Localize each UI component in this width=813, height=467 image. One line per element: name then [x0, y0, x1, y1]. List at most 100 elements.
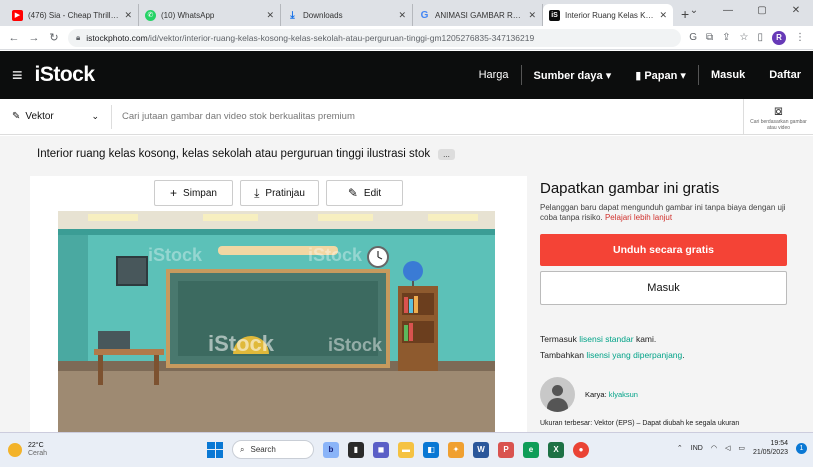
watermark: iStock: [148, 245, 203, 265]
maximize-button[interactable]: ▢: [745, 0, 779, 22]
clock-date: 21/05/2023: [752, 449, 788, 456]
visual-search-button[interactable]: ⧇ Cari berdasarkan gambar atau video: [743, 98, 813, 135]
nav-register[interactable]: Daftar: [757, 69, 801, 81]
browser-tab-downloads[interactable]: ⤓ Downloads ✕: [281, 4, 413, 26]
tab-search-icon[interactable]: ⌄: [677, 0, 711, 22]
powerpoint-icon[interactable]: P: [498, 441, 514, 458]
download-icon: ⤓: [290, 9, 295, 21]
close-tab-icon[interactable]: ✕: [124, 10, 132, 21]
tab-title: Downloads: [303, 10, 343, 20]
store-icon[interactable]: ◧: [423, 441, 439, 458]
login-button[interactable]: Masuk: [540, 271, 787, 305]
extended-license-link[interactable]: lisensi yang diperpanjang: [586, 350, 682, 360]
save-button[interactable]: + Simpan: [154, 180, 233, 206]
search-type-label: Vektor: [25, 111, 54, 122]
edit-button[interactable]: ✎ Edit: [326, 180, 403, 206]
window-controls: ⌄ — ▢ ✕: [677, 0, 813, 22]
teams-chat-icon[interactable]: ◼: [373, 441, 389, 458]
page-title: Interior ruang kelas kosong, kelas sekol…: [37, 148, 431, 160]
side-panel-icon[interactable]: ▯: [757, 32, 763, 43]
edit-label: Edit: [363, 187, 382, 199]
translate-icon[interactable]: ⧉: [706, 32, 713, 43]
nav-pricing[interactable]: Harga: [467, 69, 521, 81]
profile-avatar[interactable]: R: [772, 30, 786, 45]
classroom-illustration[interactable]: iStock iStock iStock iStock: [58, 211, 495, 432]
battery-icon[interactable]: ▭: [738, 444, 745, 452]
size-info: Ukuran terbesar: Vektor (EPS) – Dapat di…: [540, 420, 740, 427]
edit-icon: ✎: [347, 186, 358, 200]
browser-tab-whatsapp[interactable]: ✆ (10) WhatsApp ✕: [139, 4, 281, 26]
image-search-icon: ⧇: [774, 101, 783, 118]
nav-resources[interactable]: Sumber daya ▾: [522, 69, 624, 82]
site-header: ≡ iStock Harga Sumber daya ▾ ▮ Papan ▾ M…: [0, 51, 813, 99]
standard-license-link[interactable]: lisensi standar: [579, 334, 633, 344]
bing-icon[interactable]: b: [323, 441, 339, 458]
temperature: 22°C: [28, 442, 44, 449]
whatsapp-icon: ✆: [145, 9, 156, 21]
close-tab-icon[interactable]: ✕: [528, 10, 536, 21]
browser-tab-istock[interactable]: iS Interior Ruang Kelas Koson ✕: [543, 4, 673, 26]
preview-button[interactable]: ⤓ Pratinjau: [240, 180, 319, 206]
more-info-button[interactable]: ...: [438, 148, 455, 160]
hamburger-menu-icon[interactable]: ≡: [12, 65, 23, 86]
taskbar-search[interactable]: ⌕ Search: [232, 440, 314, 459]
forward-icon[interactable]: →: [24, 32, 44, 44]
clock-time: 19:54: [770, 440, 788, 447]
volume-icon[interactable]: ◁: [725, 444, 730, 452]
chrome-icon[interactable]: ●: [573, 441, 589, 458]
sun-icon: [8, 443, 22, 457]
reload-icon[interactable]: ↻: [44, 31, 64, 44]
extend-post: .: [682, 350, 685, 360]
share-icon[interactable]: ⇪: [722, 32, 730, 43]
istock-logo[interactable]: iStock: [35, 63, 96, 87]
back-icon[interactable]: ←: [4, 32, 24, 44]
nav-boards[interactable]: ▮ Papan ▾: [623, 69, 698, 82]
chevron-down-icon: ⌄: [91, 111, 99, 121]
close-window-button[interactable]: ✕: [779, 0, 813, 22]
chevron-down-icon: ▾: [605, 69, 612, 82]
excel-icon[interactable]: X: [548, 441, 564, 458]
nav-login[interactable]: Masuk: [699, 69, 757, 81]
download-free-button[interactable]: Unduh secara gratis: [540, 234, 787, 266]
chevron-down-icon: ▾: [680, 69, 686, 82]
minimize-button[interactable]: —: [711, 0, 745, 22]
google-lens-icon[interactable]: G: [689, 32, 697, 43]
file-explorer-icon[interactable]: ▬: [398, 441, 414, 458]
edge-icon[interactable]: e: [523, 441, 539, 458]
app-icon[interactable]: ✦: [448, 441, 464, 458]
search-input[interactable]: Cari jutaan gambar dan video stok berkua…: [112, 111, 743, 122]
browser-menu-icon[interactable]: ⋮: [795, 32, 805, 43]
word-icon[interactable]: W: [473, 441, 489, 458]
tab-title: Interior Ruang Kelas Koson: [565, 10, 656, 20]
close-tab-icon[interactable]: ✕: [659, 10, 667, 21]
search-type-dropdown[interactable]: ✎ Vektor ⌄: [0, 104, 112, 129]
notification-icon[interactable]: 1: [796, 442, 807, 454]
artist-avatar[interactable]: [540, 377, 575, 412]
board-icon: ▮: [635, 69, 642, 82]
artist-label-text: Karya:: [585, 390, 607, 399]
save-label: Simpan: [183, 187, 217, 199]
artist-name-link[interactable]: klyaksun: [609, 390, 638, 399]
learn-more-link[interactable]: Pelajari lebih lanjut: [605, 213, 672, 222]
windows-start-icon[interactable]: [207, 441, 223, 458]
bookmark-star-icon[interactable]: ☆: [740, 32, 749, 43]
close-tab-icon[interactable]: ✕: [266, 10, 274, 21]
wifi-icon[interactable]: ◠: [711, 444, 717, 452]
visual-search-label: Cari berdasarkan gambar atau video: [750, 118, 807, 131]
task-view-icon[interactable]: ▮: [348, 441, 364, 458]
clock[interactable]: 19:54 21/05/2023: [753, 439, 788, 457]
language-indicator[interactable]: IND: [691, 445, 703, 452]
nav-boards-label: Papan: [644, 69, 678, 82]
chevron-up-icon[interactable]: ⌃: [677, 444, 683, 452]
taskbar-apps: ⌕ Search b ▮ ◼ ▬ ◧ ✦ W P e X ●: [207, 440, 589, 459]
tab-title: (476) Sia - Cheap Thrills (Lyri: [28, 10, 120, 20]
url-field[interactable]: 🔒︎ istockphoto.com/id/vektor/interior-ru…: [68, 28, 682, 47]
browser-tab-youtube[interactable]: ▶ (476) Sia - Cheap Thrills (Lyri ✕: [6, 4, 139, 26]
windows-taskbar: 22°C Cerah ⌕ Search b ▮ ◼ ▬ ◧ ✦ W P e X …: [0, 432, 813, 467]
extend-pre: Tambahkan: [540, 350, 584, 360]
browser-tab-google[interactable]: G ANIMASI GAMBAR RUANG K ✕: [413, 4, 543, 26]
close-tab-icon[interactable]: ✕: [398, 10, 406, 21]
lock-icon[interactable]: 🔒︎: [76, 33, 80, 43]
weather-widget[interactable]: 22°C Cerah: [8, 442, 47, 458]
weather-condition: Cerah: [28, 450, 48, 457]
